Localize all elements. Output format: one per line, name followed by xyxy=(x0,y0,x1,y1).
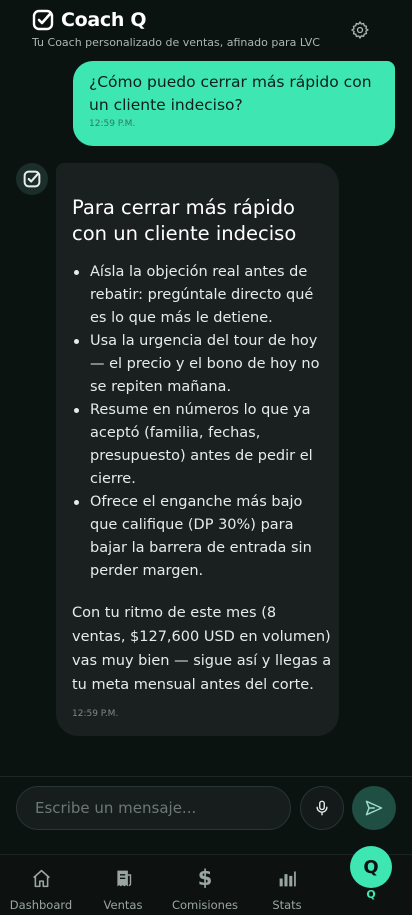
bot-avatar xyxy=(16,163,48,195)
bot-message-heading: Para cerrar más rápido con un cliente in… xyxy=(72,196,297,245)
bot-message-bubble: Para cerrar más rápido con un cliente in… xyxy=(56,163,339,736)
microphone-icon xyxy=(313,799,331,817)
app-title: Coach Q xyxy=(61,9,147,31)
bot-message-list: Aísla la objeción real antes de rebatir:… xyxy=(74,261,330,583)
mic-button[interactable] xyxy=(300,786,344,830)
nav-item-dashboard[interactable]: Dashboard xyxy=(0,855,82,915)
brand: Coach Q xyxy=(32,9,147,31)
receipt-icon xyxy=(112,867,134,889)
gear-icon[interactable] xyxy=(350,20,370,40)
send-icon xyxy=(364,798,384,818)
home-icon xyxy=(30,867,52,889)
dollar-icon: $ xyxy=(197,866,213,890)
user-message-text: ¿Cómo puedo cerrar más rápido con un cli… xyxy=(89,73,372,114)
nav-label-comisiones: Comisiones xyxy=(171,898,239,912)
user-message-bubble: ¿Cómo puedo cerrar más rápido con un cli… xyxy=(73,61,395,146)
nav-item-q[interactable]: Q xyxy=(350,846,392,888)
list-item: Usa la urgencia del tour de hoy — el pre… xyxy=(74,330,330,399)
nav-item-comisiones[interactable]: $ Comisiones xyxy=(164,855,246,915)
bot-message-time: 12:59 P.M. xyxy=(72,709,119,719)
nav-label-ventas: Ventas xyxy=(103,898,143,912)
nav-label-dashboard: Dashboard xyxy=(9,898,73,912)
check-badge-icon xyxy=(23,170,41,188)
composer-divider xyxy=(0,776,412,777)
app-header: Coach Q Tu Coach personalizado de ventas… xyxy=(0,0,412,58)
list-item: Resume en números lo que ya aceptó (fami… xyxy=(74,399,330,491)
message-input[interactable] xyxy=(16,786,291,830)
send-button[interactable] xyxy=(352,786,396,830)
check-badge-icon xyxy=(32,9,54,31)
user-message-time: 12:59 P.M. xyxy=(89,119,136,129)
nav-item-stats[interactable]: Stats xyxy=(246,855,328,915)
nav-item-ventas[interactable]: Ventas xyxy=(82,855,164,915)
list-item: Ofrece el enganche más bajo que califiqu… xyxy=(74,491,330,583)
bar-chart-icon xyxy=(276,867,298,889)
q-badge: Q xyxy=(363,856,379,878)
bot-message-paragraph: Con tu ritmo de este mes (8 ventas, $127… xyxy=(72,605,332,693)
app-subtitle: Tu Coach personalizado de ventas, afinad… xyxy=(32,36,320,49)
nav-label-stats: Stats xyxy=(272,898,302,912)
list-item: Aísla la objeción real antes de rebatir:… xyxy=(74,261,330,330)
nav-label-q: Q xyxy=(366,888,376,901)
